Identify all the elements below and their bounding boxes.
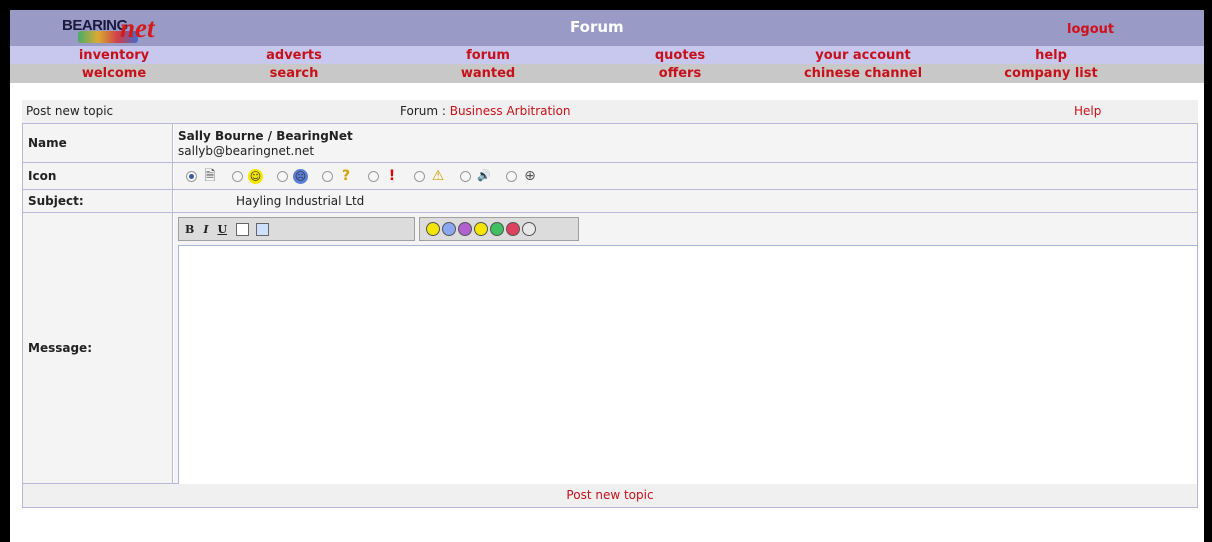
- icon-radio-sad[interactable]: [277, 170, 288, 182]
- bearingnet-logo[interactable]: BEARING net: [62, 13, 180, 45]
- format-toolbar-group: B I U: [178, 217, 415, 241]
- forum-name-link[interactable]: Business Arbitration: [450, 104, 571, 118]
- warning-icon: ⚠: [431, 168, 445, 184]
- logout-link[interactable]: logout: [1067, 22, 1114, 37]
- nav-company-list[interactable]: company list: [1004, 66, 1097, 81]
- nav-welcome[interactable]: welcome: [82, 66, 146, 81]
- author-email: sallyb@bearingnet.net: [178, 144, 315, 158]
- page-title: Forum: [570, 18, 624, 36]
- message-textarea[interactable]: [178, 245, 1198, 494]
- crosshair-icon: ⊕: [524, 168, 536, 184]
- italic-button[interactable]: I: [203, 223, 208, 236]
- name-label: Name: [23, 124, 173, 162]
- post-new-topic-button[interactable]: Post new topic: [566, 488, 653, 502]
- nav-quotes[interactable]: quotes: [655, 48, 705, 63]
- nav-your-account[interactable]: your account: [815, 48, 910, 63]
- sad-icon: ☹: [293, 168, 308, 184]
- icon-radio-crosshair[interactable]: [506, 170, 517, 182]
- insert-image-icon[interactable]: [256, 222, 270, 236]
- nav-inventory[interactable]: inventory: [79, 48, 149, 63]
- window-frame-left: [0, 0, 10, 542]
- smiley-wink-icon[interactable]: [474, 222, 488, 236]
- submit-row: Post new topic: [22, 484, 1198, 508]
- site-header: BEARING net Forum logout: [10, 10, 1204, 46]
- icon-radio-exclamation[interactable]: [368, 170, 379, 182]
- subject-row: Subject: Hayling Industrial Ltd: [22, 190, 1198, 213]
- window-frame-right: [1204, 0, 1212, 542]
- nav-offers[interactable]: offers: [659, 66, 701, 81]
- icon-radio-warning[interactable]: [414, 170, 425, 182]
- insert-link-icon[interactable]: [236, 222, 250, 236]
- author-name: Sally Bourne / BearingNet: [178, 129, 353, 143]
- nav-row-primary: inventory adverts forum quotes your acco…: [10, 46, 1204, 64]
- nav-adverts[interactable]: adverts: [266, 48, 322, 63]
- smiley-happy-icon[interactable]: [426, 222, 440, 236]
- form-title-bar: Post new topic Forum : Business Arbitrat…: [22, 100, 1198, 123]
- nav-wanted[interactable]: wanted: [461, 66, 515, 81]
- message-row: Message: B I U: [22, 213, 1198, 494]
- nav-row-secondary: welcome search wanted offers chinese cha…: [10, 64, 1204, 83]
- document-icon: 🗎: [204, 168, 216, 184]
- exclamation-icon: !: [388, 168, 396, 184]
- smiley-sad-icon[interactable]: [442, 222, 456, 236]
- message-label: Message:: [23, 213, 173, 483]
- smiley-angry-icon[interactable]: [506, 222, 520, 236]
- smile-icon: ☺: [248, 168, 263, 184]
- icon-radio-question[interactable]: [322, 170, 333, 182]
- bold-button[interactable]: B: [185, 223, 194, 236]
- nav-chinese-channel[interactable]: chinese channel: [804, 66, 922, 81]
- icon-radio-document[interactable]: [186, 170, 197, 182]
- forum-prefix: Forum :: [400, 104, 450, 118]
- nav-search[interactable]: search: [270, 66, 319, 81]
- name-value-cell: Sally Bourne / BearingNet sallyb@bearing…: [174, 124, 1197, 162]
- icon-label: Icon: [23, 163, 173, 189]
- logo-text-bearing: BEARING: [62, 17, 128, 34]
- icon-value-cell: 🗎 ☺ ☹ ? ! ⚠ 🔊 ⊕: [174, 163, 1197, 189]
- question-icon: ?: [341, 168, 351, 184]
- smiley-toolbar-group: [419, 217, 579, 241]
- nav-forum[interactable]: forum: [466, 48, 510, 63]
- icon-picker: 🗎 ☺ ☹ ? ! ⚠ 🔊 ⊕: [186, 168, 552, 184]
- icon-row: Icon 🗎 ☺ ☹ ? ! ⚠ 🔊 ⊕: [22, 163, 1198, 190]
- subject-field[interactable]: Hayling Industrial Ltd: [236, 194, 364, 208]
- forum-breadcrumb: Forum : Business Arbitration: [400, 104, 571, 118]
- smiley-tongue-icon[interactable]: [490, 222, 504, 236]
- sound-icon: 🔊: [477, 169, 491, 182]
- logo-text-net: net: [120, 13, 155, 43]
- post-topic-form: Post new topic Forum : Business Arbitrat…: [22, 100, 1198, 508]
- help-link[interactable]: Help: [1074, 104, 1101, 118]
- name-row: Name Sally Bourne / BearingNet sallyb@be…: [22, 123, 1198, 163]
- nav-help[interactable]: help: [1035, 48, 1067, 63]
- window-frame-top: [0, 0, 1212, 10]
- underline-button[interactable]: U: [217, 223, 227, 236]
- subject-label: Subject:: [23, 190, 173, 212]
- smiley-grin-icon[interactable]: [458, 222, 472, 236]
- icon-radio-smile[interactable]: [232, 170, 243, 182]
- post-new-topic-heading: Post new topic: [26, 104, 114, 118]
- smiley-shocked-icon[interactable]: [522, 222, 536, 236]
- subject-value-cell: Hayling Industrial Ltd: [174, 190, 1197, 212]
- icon-radio-sound[interactable]: [460, 170, 471, 182]
